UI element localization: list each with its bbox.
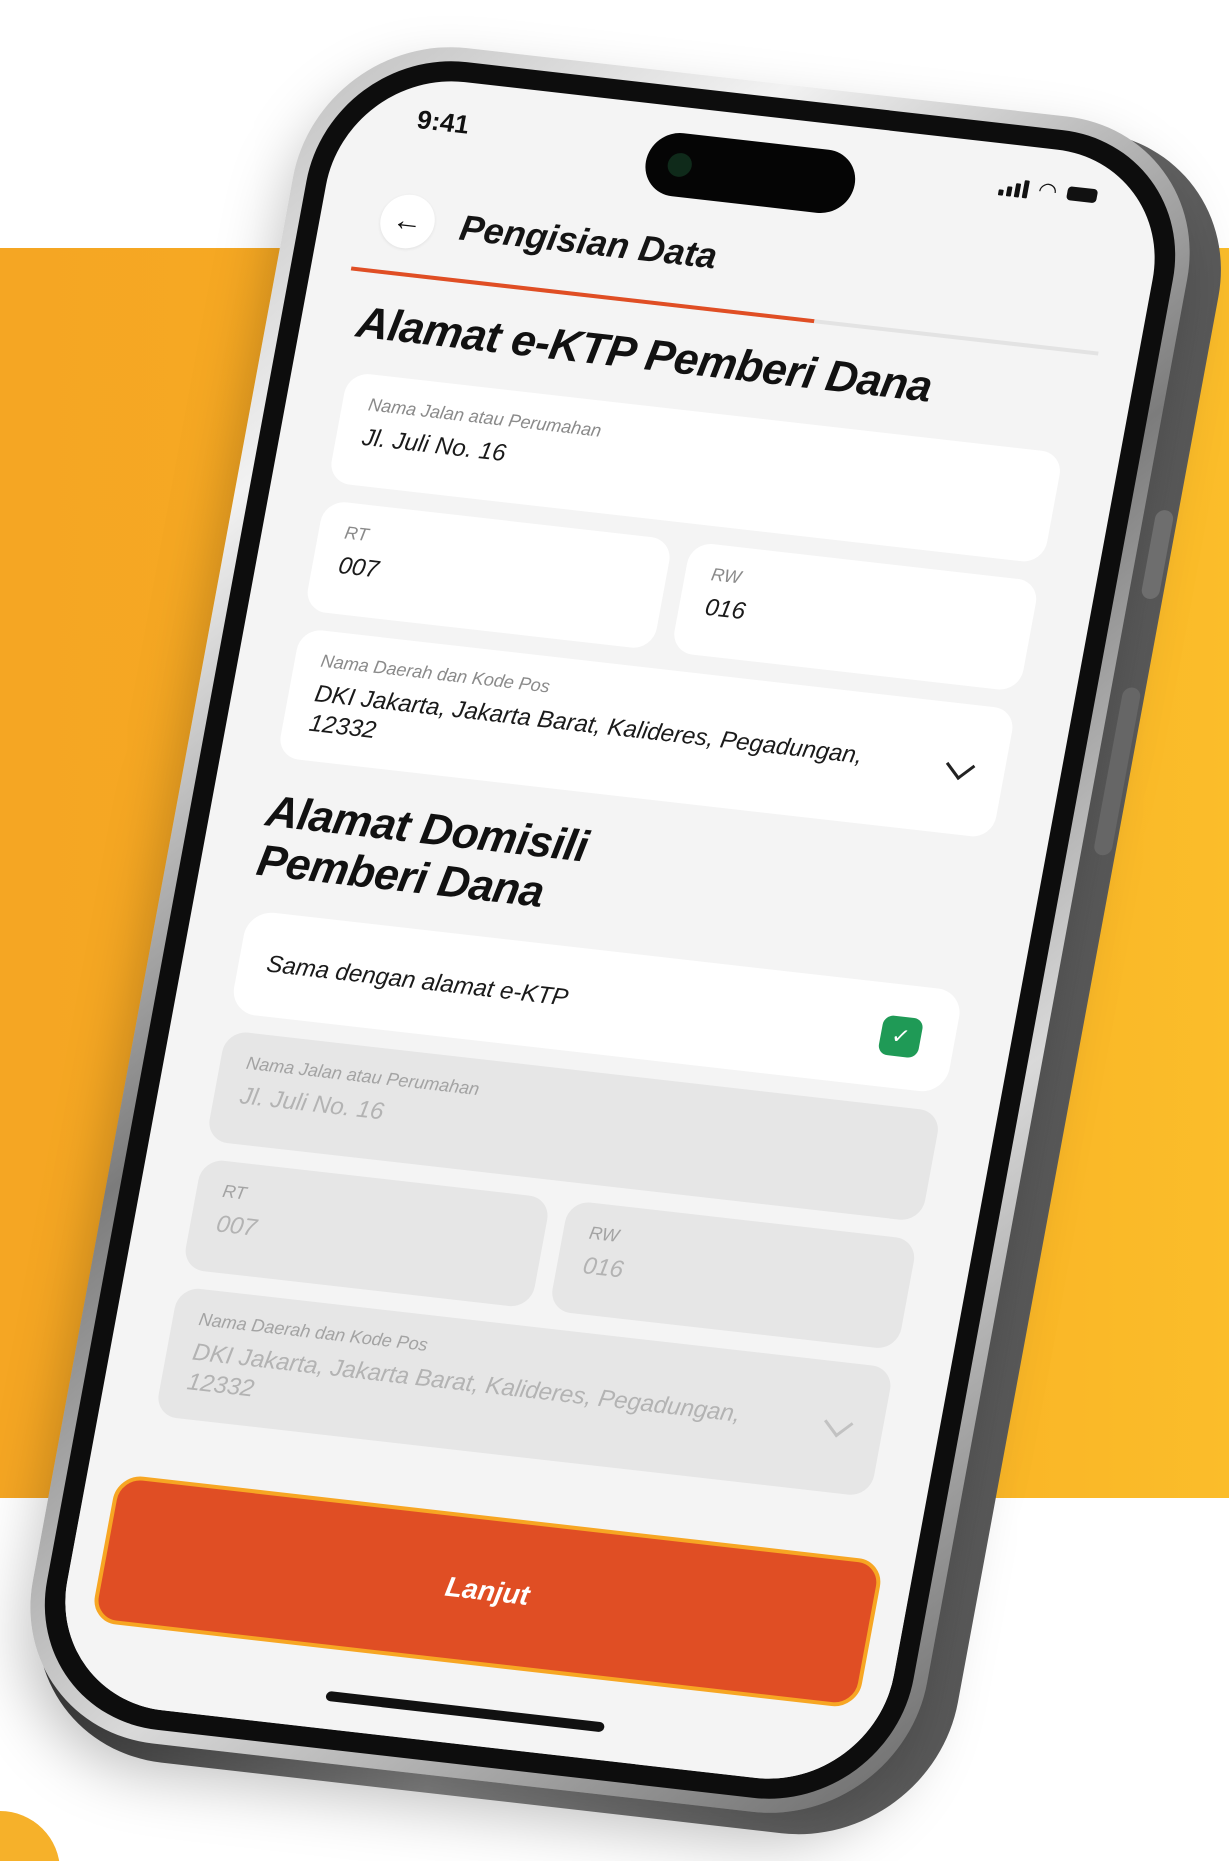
domicile-section-title: Alamat Domisili Pemberi Dana	[253, 787, 592, 917]
arrow-left-icon: ←	[389, 203, 426, 239]
page-title: Pengisian Data	[456, 206, 721, 277]
status-icons: ◠	[997, 174, 1099, 207]
same-as-ktp-label: Sama dengan alamat e-KTP	[264, 950, 571, 1012]
ktp-rw-field[interactable]: RW 016	[670, 541, 1040, 693]
form-content: Alamat e-KTP Pemberi Dana Nama Jalan ata…	[152, 298, 1078, 1515]
domicile-rt-field: RT 007	[182, 1158, 552, 1309]
back-button[interactable]: ←	[375, 191, 440, 252]
decorative-circle	[0, 1811, 60, 1861]
domicile-rw-field: RW 016	[548, 1199, 918, 1351]
battery-icon	[1065, 186, 1099, 204]
ktp-rt-field[interactable]: RT 007	[303, 500, 674, 651]
status-time: 9:41	[414, 103, 472, 140]
continue-button[interactable]: Lanjut	[90, 1473, 885, 1709]
stage: 9:41 ◠ ← Pengisian Data Alamat e-KTP Pem…	[0, 0, 1229, 1861]
home-indicator	[325, 1690, 606, 1733]
wifi-icon: ◠	[1035, 176, 1060, 204]
signal-icon	[997, 175, 1030, 199]
check-icon[interactable]: ✓	[877, 1014, 925, 1059]
